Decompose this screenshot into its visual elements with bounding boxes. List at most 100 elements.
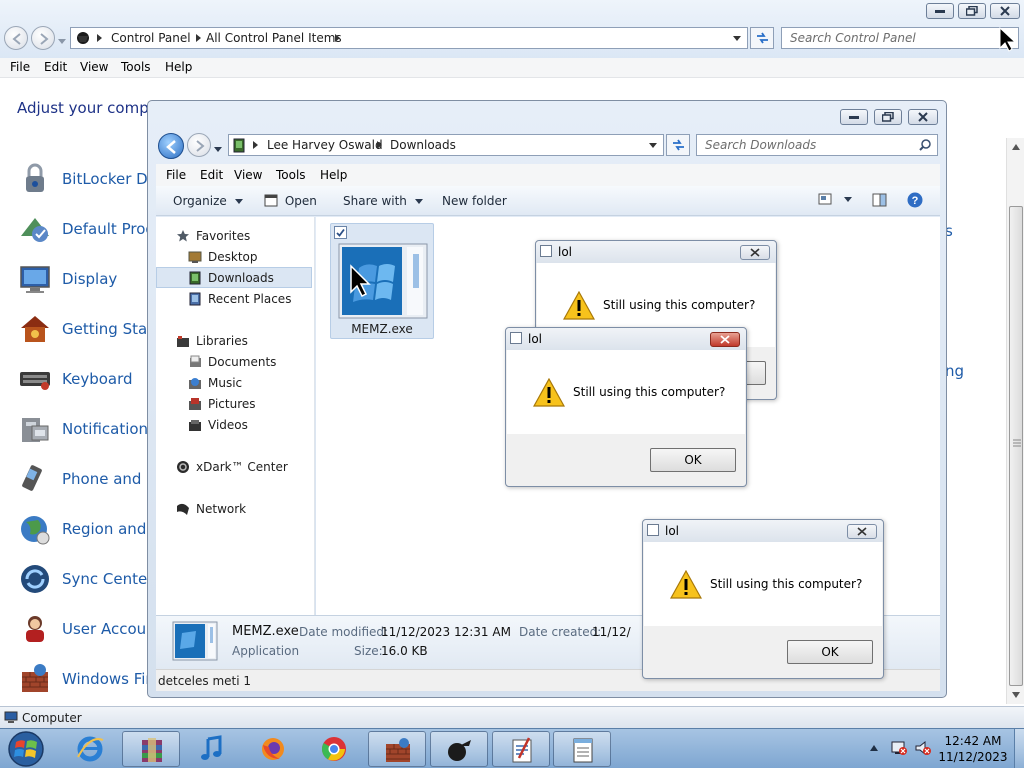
breadcrumb-downloads[interactable]: Downloads (390, 138, 456, 152)
cp-item-label: Notification (62, 420, 149, 438)
documents-icon (190, 355, 201, 367)
refresh-button[interactable] (666, 134, 690, 156)
menu-file[interactable]: File (10, 60, 30, 74)
taskbar-chrome[interactable] (305, 731, 363, 767)
chevron-down-icon[interactable] (733, 36, 741, 42)
refresh-button[interactable] (750, 27, 774, 49)
nav-label: Pictures (208, 397, 256, 411)
back-button[interactable] (4, 26, 28, 50)
network-icon (177, 503, 189, 515)
taskbar-itunes[interactable] (183, 731, 241, 767)
ok-button[interactable]: OK (787, 640, 873, 664)
details-date-modified: 11/12/2023 12:31 AM (381, 625, 511, 639)
open-button[interactable]: Open (264, 194, 317, 208)
menu-tools[interactable]: Tools (121, 60, 151, 74)
file-item-memz[interactable]: MEMZ.exe (330, 223, 434, 339)
close-button[interactable] (990, 3, 1020, 19)
scrollbar-thumb[interactable] (1009, 206, 1023, 686)
winrar-icon (142, 738, 162, 762)
breadcrumb-all-items[interactable]: All Control Panel Items (206, 31, 342, 45)
change-view-button[interactable] (818, 193, 852, 208)
taskbar-internet-explorer[interactable] (61, 731, 119, 767)
restore-button[interactable] (874, 109, 902, 125)
notification-icon (22, 418, 49, 442)
help-button[interactable]: ? (907, 192, 923, 211)
breadcrumb-control-panel[interactable]: Control Panel (111, 31, 191, 45)
menu-help[interactable]: Help (320, 168, 347, 182)
network-tray-icon[interactable] (890, 740, 908, 756)
preview-pane-button[interactable] (872, 193, 887, 210)
dialog-close-button[interactable] (847, 524, 877, 539)
menu-tools[interactable]: Tools (276, 168, 306, 182)
start-button[interactable] (3, 730, 49, 768)
taskbar-control-panel[interactable] (368, 731, 426, 767)
forward-arrow-icon (40, 33, 49, 45)
volume-muted-icon[interactable] (914, 740, 932, 756)
close-button[interactable] (908, 109, 938, 125)
page-title: Adjust your compu (17, 99, 159, 117)
minimize-button[interactable] (840, 109, 868, 125)
control-panel-search-input[interactable]: Search Control Panel (781, 27, 1019, 49)
menu-edit[interactable]: Edit (200, 168, 223, 182)
scroll-up-icon[interactable] (1012, 144, 1020, 150)
share-with-label: Share with (343, 194, 407, 208)
search-placeholder: Search Control Panel (790, 31, 916, 45)
breadcrumb-user[interactable]: Lee Harvey Oswald (267, 138, 383, 152)
menu-help[interactable]: Help (165, 60, 192, 74)
scroll-down-icon[interactable] (1012, 692, 1020, 698)
organize-button[interactable]: Organize (173, 194, 243, 208)
menu-edit[interactable]: Edit (44, 60, 67, 74)
taskbar-wordpad[interactable] (492, 731, 550, 767)
menu-view[interactable]: View (80, 60, 108, 74)
dialog-close-button[interactable] (740, 245, 770, 260)
cp-item-label: Default Prog (62, 220, 155, 238)
chevron-down-icon (214, 147, 222, 152)
cp-item-fragment[interactable]: ng (945, 362, 964, 380)
taskbar-winrar[interactable] (122, 731, 180, 767)
cp-item-label: Sync Center (62, 570, 154, 588)
firefox-icon (262, 738, 284, 760)
explorer-address-bar[interactable]: Lee Harvey Oswald Downloads (228, 134, 664, 156)
breadcrumb-arrow-icon (377, 141, 382, 149)
dialog-titlebar: lol (643, 520, 883, 542)
restore-button[interactable] (958, 3, 986, 19)
dialog-close-button[interactable] (710, 332, 740, 347)
cp-item-label: Region and (62, 520, 147, 538)
clock-time[interactable]: 12:42 AM (938, 734, 1008, 748)
show-hidden-icons-icon[interactable] (870, 745, 878, 751)
organize-label: Organize (173, 194, 227, 208)
taskbar-notepad[interactable] (553, 731, 611, 767)
recent-pages-dropdown[interactable] (58, 34, 66, 48)
refresh-icon (673, 139, 684, 151)
chevron-down-icon[interactable] (649, 143, 657, 149)
warning-icon (670, 570, 702, 599)
memz-application-icon (172, 621, 218, 661)
file-checkbox[interactable] (334, 226, 347, 239)
taskbar-memz[interactable] (430, 731, 488, 767)
minimize-button[interactable] (926, 3, 954, 19)
forward-button[interactable] (31, 26, 55, 50)
explorer-search-input[interactable]: Search Downloads (696, 134, 938, 156)
minimize-icon (935, 10, 945, 13)
clock-date[interactable]: 11/12/2023 (938, 750, 1008, 764)
chevron-down-icon (414, 199, 423, 204)
control-panel-scrollbar[interactable] (1006, 138, 1024, 704)
ok-button[interactable]: OK (650, 448, 736, 472)
display-icon (20, 266, 50, 293)
menu-file[interactable]: File (166, 168, 186, 182)
close-icon (1000, 6, 1010, 16)
taskbar-firefox[interactable] (244, 731, 302, 767)
share-with-button[interactable]: Share with (343, 194, 423, 208)
forward-button[interactable] (187, 133, 211, 157)
new-folder-button[interactable]: New folder (442, 194, 507, 208)
nav-label: Recent Places (208, 292, 292, 306)
open-label: Open (284, 194, 317, 208)
recent-pages-dropdown[interactable] (214, 142, 222, 156)
help-icon: ? (907, 192, 923, 208)
menu-view[interactable]: View (234, 168, 262, 182)
back-button[interactable] (158, 133, 184, 159)
control-panel-address-bar[interactable]: Control Panel All Control Panel Items (70, 27, 748, 49)
close-icon (750, 248, 760, 257)
show-desktop-button[interactable] (1014, 729, 1024, 768)
forward-arrow-icon (196, 140, 205, 152)
